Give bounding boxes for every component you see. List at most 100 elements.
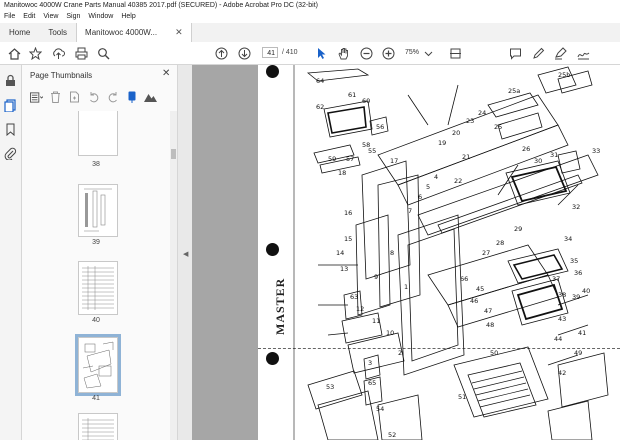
delete-icon[interactable]: [49, 91, 62, 104]
tab-bar: Home Tools Manitowoc 4000W... ✕: [0, 23, 620, 43]
attachment-icon[interactable]: [4, 147, 17, 161]
panel-toolbar: [30, 89, 157, 105]
prev-page-icon[interactable]: [213, 45, 229, 61]
redo-icon[interactable]: [106, 91, 119, 104]
svg-text:64: 64: [316, 77, 324, 85]
svg-text:32: 32: [572, 203, 580, 211]
bookmark-icon[interactable]: [4, 123, 17, 137]
close-icon[interactable]: ✕: [175, 23, 183, 42]
tab-home[interactable]: Home: [0, 23, 39, 42]
comment-icon[interactable]: [507, 45, 523, 61]
svg-text:20: 20: [452, 129, 460, 137]
thumbnail-page-38[interactable]: [78, 111, 118, 156]
menu-window[interactable]: Window: [88, 11, 113, 23]
thumbnails-icon[interactable]: [4, 99, 17, 113]
zoom-level[interactable]: 75%: [405, 47, 419, 58]
menu-sign[interactable]: Sign: [66, 11, 80, 23]
svg-text:8: 8: [390, 249, 394, 257]
svg-text:53: 53: [326, 383, 334, 391]
zoom-dropdown-icon[interactable]: [420, 45, 436, 61]
svg-text:25a: 25a: [508, 87, 520, 95]
svg-text:38: 38: [558, 291, 566, 299]
options-icon[interactable]: [30, 91, 43, 104]
thumbnail-page-39[interactable]: [78, 184, 118, 237]
svg-text:7: 7: [408, 207, 412, 215]
hand-icon[interactable]: [335, 45, 351, 61]
page-marker-icon[interactable]: [125, 91, 138, 104]
svg-text:50: 50: [490, 349, 498, 357]
svg-text:21: 21: [462, 153, 470, 161]
upload-icon[interactable]: [50, 45, 66, 61]
sign-icon[interactable]: [575, 45, 591, 61]
mountain-icon[interactable]: [144, 91, 157, 104]
menu-file[interactable]: File: [4, 11, 15, 23]
menu-help[interactable]: Help: [121, 11, 135, 23]
thumbnail-label: 40: [92, 317, 100, 324]
svg-text:2: 2: [398, 349, 402, 357]
scroll-thumb[interactable]: [171, 149, 176, 159]
select-icon[interactable]: [313, 45, 329, 61]
svg-text:46: 46: [470, 297, 478, 305]
svg-text:40: 40: [582, 287, 590, 295]
svg-text:35: 35: [570, 257, 578, 265]
star-icon[interactable]: [27, 45, 43, 61]
svg-text:55: 55: [368, 147, 376, 155]
menu-view[interactable]: View: [43, 11, 58, 23]
svg-text:44: 44: [554, 335, 562, 343]
svg-text:25: 25: [494, 123, 502, 131]
collapse-panel-icon[interactable]: ◀: [183, 250, 188, 258]
fit-icon[interactable]: [447, 45, 463, 61]
svg-text:49: 49: [574, 349, 582, 357]
svg-text:39: 39: [572, 293, 580, 301]
svg-text:27: 27: [482, 249, 490, 257]
svg-text:61: 61: [348, 91, 356, 99]
window-title: Manitowoc 4000W Crane Parts Manual 40385…: [0, 0, 620, 11]
tab-document[interactable]: Manitowoc 4000W... ✕: [76, 23, 192, 42]
document-viewer[interactable]: MASTER 64 61 62 60 56 58 59 57 55 17 18 …: [192, 65, 620, 440]
svg-text:4: 4: [434, 173, 438, 181]
tab-tools[interactable]: Tools: [39, 23, 76, 42]
svg-text:12: 12: [356, 305, 364, 313]
insert-page-icon[interactable]: [68, 91, 81, 104]
svg-text:37: 37: [552, 275, 560, 283]
svg-text:43: 43: [558, 315, 566, 323]
thumbnails-panel: Page Thumbnails ✕ 38 39 40 41: [22, 65, 178, 440]
svg-text:10: 10: [386, 329, 394, 337]
svg-text:16: 16: [344, 209, 352, 217]
svg-text:45: 45: [476, 285, 484, 293]
thumbnail-scrollbar[interactable]: [170, 111, 177, 440]
tab-document-label: Manitowoc 4000W...: [85, 28, 158, 37]
lock-icon[interactable]: [4, 74, 17, 87]
svg-text:22: 22: [454, 177, 462, 185]
thumbnail-page-40[interactable]: [78, 261, 118, 315]
search-icon[interactable]: [95, 45, 111, 61]
svg-text:25b: 25b: [558, 71, 570, 79]
pen-icon[interactable]: [530, 45, 546, 61]
thumbnail-page-41[interactable]: [75, 334, 121, 396]
print-icon[interactable]: [73, 45, 89, 61]
svg-text:66: 66: [460, 275, 468, 283]
next-page-icon[interactable]: [236, 45, 252, 61]
svg-text:48: 48: [486, 321, 494, 329]
left-rail: [0, 65, 22, 440]
undo-icon[interactable]: [87, 91, 100, 104]
close-icon[interactable]: ✕: [162, 68, 170, 79]
thumbnail-page-42[interactable]: [78, 413, 118, 440]
zoom-out-icon[interactable]: [358, 45, 374, 61]
svg-text:60: 60: [362, 97, 370, 105]
svg-text:57: 57: [346, 155, 354, 163]
document-page: MASTER 64 61 62 60 56 58 59 57 55 17 18 …: [258, 65, 620, 440]
svg-text:41: 41: [578, 329, 586, 337]
menu-edit[interactable]: Edit: [23, 11, 35, 23]
svg-text:30: 30: [534, 157, 542, 165]
highlight-icon[interactable]: [552, 45, 568, 61]
svg-text:1: 1: [404, 283, 408, 291]
svg-text:54: 54: [376, 405, 384, 413]
thumbnail-label: 41: [92, 395, 100, 402]
home-icon[interactable]: [6, 45, 22, 61]
svg-text:59: 59: [328, 155, 336, 163]
svg-text:65: 65: [368, 379, 376, 387]
panel-title: Page Thumbnails: [30, 71, 93, 80]
zoom-in-icon[interactable]: [380, 45, 396, 61]
page-number-input[interactable]: 41: [262, 47, 278, 58]
